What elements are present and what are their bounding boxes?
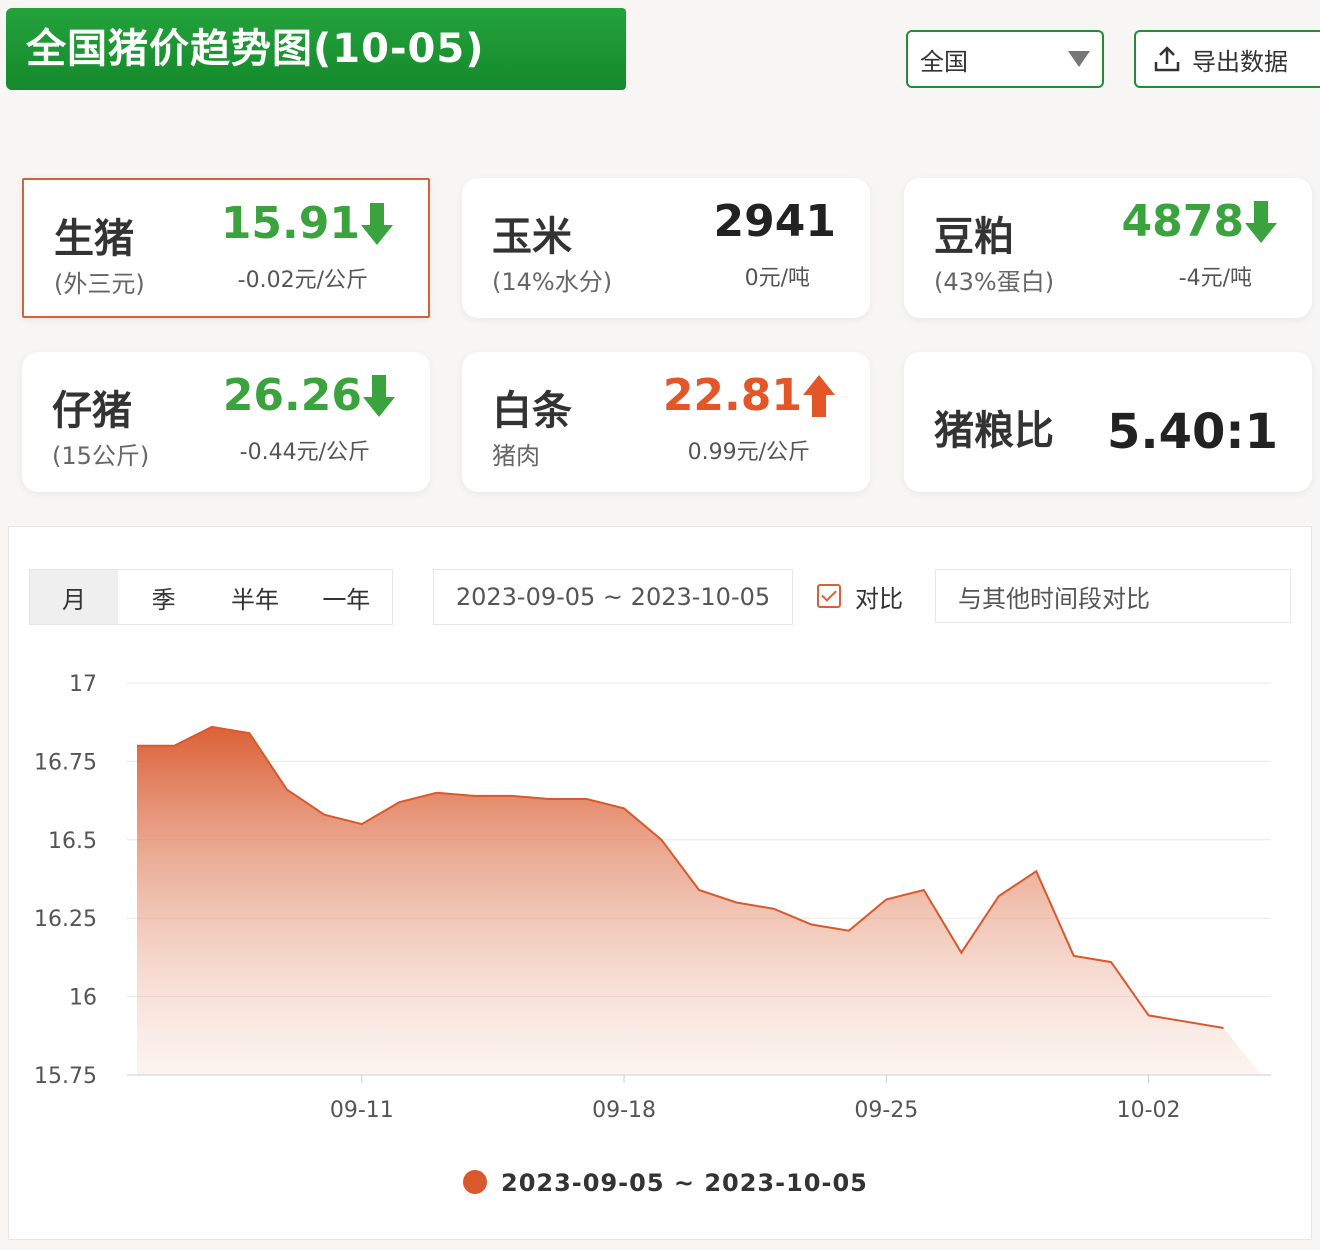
y-tick-label: 17 [69, 672, 97, 697]
arrow-down-icon [363, 374, 395, 417]
card-change: 0元/吨 [744, 266, 810, 291]
card-change: -0.44元/公斤 [239, 440, 370, 465]
card-corn[interactable]: 玉米 (14%水分) 2941 0元/吨 [462, 178, 870, 318]
x-tick-label: 09-25 [854, 1098, 918, 1123]
card-hog-grain-ratio[interactable]: 猪粮比 5.40:1 [904, 352, 1312, 492]
card-name: 玉米 [492, 214, 572, 260]
y-tick-label: 16.75 [34, 750, 97, 775]
card-sub: 猪肉 [492, 442, 540, 470]
card-live-hog[interactable]: 生猪 (外三元) 15.91 -0.02元/公斤 [22, 178, 430, 318]
card-sub: (43%蛋白) [934, 268, 1055, 296]
card-sub: (外三元) [54, 270, 145, 298]
legend-label: 2023-09-05 ~ 2023-10-05 [501, 1169, 868, 1197]
x-tick-label: 09-11 [330, 1098, 394, 1123]
card-value: 4878 [1122, 196, 1278, 247]
card-ratio: 5.40:1 [1106, 404, 1278, 460]
card-value-text: 4878 [1121, 196, 1244, 247]
card-soymeal[interactable]: 豆粕 (43%蛋白) 4878 -4元/吨 [904, 178, 1312, 318]
arrow-up-icon [803, 374, 835, 417]
series-area [137, 726, 1261, 1075]
card-value: 15.91 [221, 198, 394, 249]
card-name: 生猪 [54, 216, 134, 262]
export-data-button[interactable]: 导出数据 [1134, 30, 1320, 88]
card-value-text: 2941 [713, 196, 836, 247]
card-change: -4元/吨 [1178, 266, 1252, 291]
card-name: 豆粕 [934, 214, 1014, 260]
card-piglet[interactable]: 仔猪 (15公斤) 26.26 -0.44元/公斤 [22, 352, 430, 492]
region-select[interactable]: 全国 [906, 30, 1104, 88]
card-value-text: 15.91 [220, 198, 360, 249]
export-data-label: 导出数据 [1192, 47, 1288, 76]
y-tick-label: 16.5 [48, 829, 97, 854]
upload-icon [1154, 46, 1180, 72]
y-tick-label: 15.75 [34, 1064, 97, 1089]
x-tick-label: 10-02 [1117, 1098, 1181, 1123]
y-tick-label: 16 [69, 986, 97, 1011]
card-value: 22.81 [663, 370, 836, 421]
card-value: 2941 [714, 196, 836, 247]
card-change: 0.99元/公斤 [687, 440, 810, 465]
y-tick-label: 16.25 [34, 907, 97, 932]
card-sub: (15公斤) [52, 442, 150, 470]
chevron-down-icon [1068, 51, 1090, 67]
page-title: 全国猪价趋势图(10-05) [6, 8, 626, 90]
card-sub: (14%水分) [492, 268, 613, 296]
card-name: 猪粮比 [934, 408, 1054, 454]
card-name: 白条 [492, 388, 572, 434]
card-pork-carcass[interactable]: 白条 猪肉 22.81 0.99元/公斤 [462, 352, 870, 492]
x-tick-label: 09-18 [592, 1098, 656, 1123]
region-select-value: 全国 [920, 47, 968, 76]
arrow-down-icon [361, 202, 393, 245]
card-value: 26.26 [223, 370, 396, 421]
price-trend-chart: 17 16.75 16.5 16.25 16 15.75 09-11 09-18 09-25 10… [34, 672, 1271, 1197]
legend-marker [463, 1170, 487, 1194]
arrow-down-icon [1245, 200, 1277, 243]
chart-panel: 月 季 半年 一年 2023-09-05 ~ 2023-10-05 对比 与其他… [8, 526, 1312, 1240]
card-value-text: 26.26 [222, 370, 362, 421]
card-name: 仔猪 [52, 388, 132, 434]
card-change: -0.02元/公斤 [237, 268, 368, 293]
card-value-text: 22.81 [662, 370, 802, 421]
